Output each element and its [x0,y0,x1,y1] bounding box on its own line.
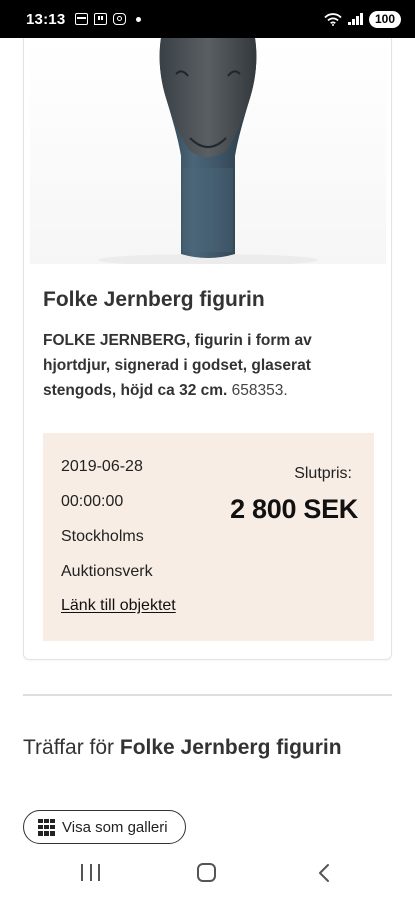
recent-apps-icon[interactable] [81,864,100,881]
section-divider [23,694,392,696]
results-heading-prefix: Träffar för [23,736,115,759]
figurine-image [98,38,318,264]
auction-house-line1: Stockholms [61,528,144,545]
cell-signal-icon [348,13,363,25]
item-title: Folke Jernberg figurin [43,288,265,311]
battery-indicator: 100 [368,10,401,28]
view-as-gallery-button[interactable]: Visa som galleri [23,810,186,844]
system-status-icons: 100 [324,10,401,28]
calendar-notification-icon [75,13,89,25]
auction-house-line2: Auktionsverk [61,563,153,580]
gallery-button-label: Visa som galleri [62,818,168,836]
instagram-notification-icon [113,13,127,25]
results-heading: Träffar för Folke Jernberg figurin [23,736,342,760]
results-heading-query: Folke Jernberg figurin [119,736,342,759]
final-price: 2 800 SEK [230,494,358,524]
home-icon[interactable] [197,863,216,882]
twitch-notification-icon [94,13,108,25]
item-card: Folke Jernberg figurin FOLKE JERNBERG, f… [23,38,392,660]
wifi-icon [324,12,343,26]
status-bar: 13:13 100 [0,0,415,38]
system-navigation-bar [0,848,415,900]
item-image[interactable] [30,38,386,264]
more-notifications-dot-icon [136,16,142,22]
sale-info-box: 2019-06-28 00:00:00 Stockholms Auktionsv… [43,433,374,641]
notification-icons [75,13,142,25]
sale-date: 2019-06-28 [61,458,143,475]
status-time: 13:13 [26,10,66,28]
item-object-id: 658353. [231,382,288,399]
grid-icon [38,818,55,836]
back-icon[interactable] [315,863,335,883]
item-description: FOLKE JERNBERG, figurin i form av hjortd… [43,328,378,403]
sale-time: 00:00:00 [61,493,124,510]
object-link[interactable]: Länk till objektet [61,597,176,615]
final-price-label: Slutpris: [294,465,352,482]
